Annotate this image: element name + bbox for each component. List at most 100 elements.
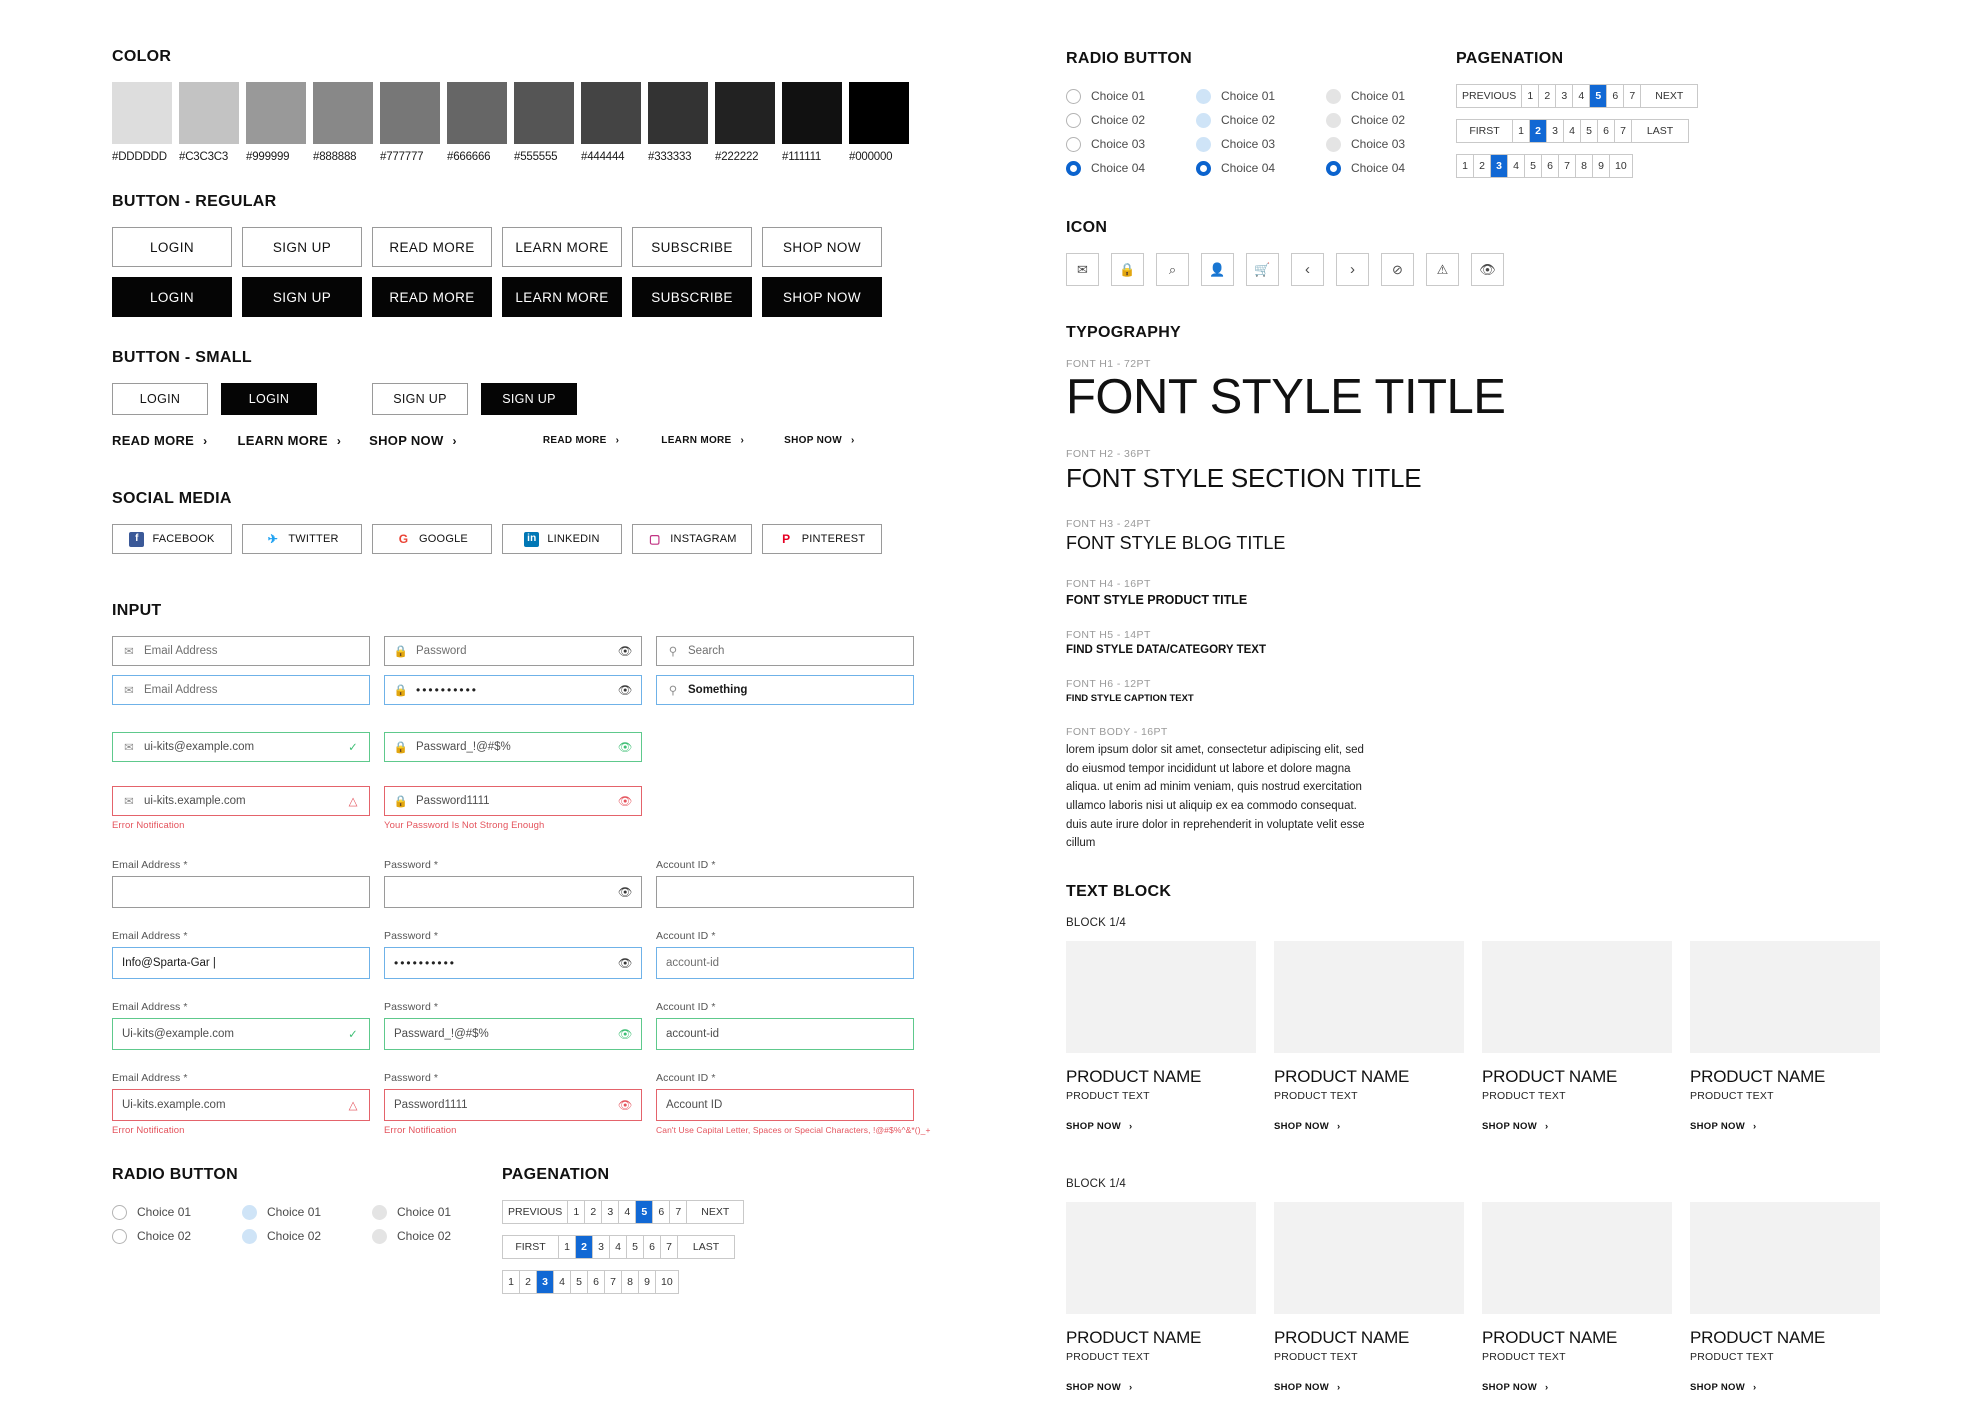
pagination-page-7[interactable]: 7 bbox=[661, 1236, 678, 1258]
radio-choice-01[interactable]: Choice 01 bbox=[1066, 84, 1196, 108]
radio-choice-04[interactable]: Choice 04 bbox=[1066, 156, 1196, 180]
pagination-page-8[interactable]: 8 bbox=[1576, 155, 1593, 177]
pagination-first-button[interactable]: FIRST bbox=[1457, 120, 1513, 142]
shop-now-link[interactable]: SHOP NOW› bbox=[1690, 1382, 1880, 1393]
pagination-page-3[interactable]: 3 bbox=[593, 1236, 610, 1258]
pagination-page-2[interactable]: 2 bbox=[1474, 155, 1491, 177]
radio-choice-03[interactable]: Choice 03 bbox=[1326, 132, 1456, 156]
pagination-page-6[interactable]: 6 bbox=[588, 1271, 605, 1293]
envelope-icon[interactable]: ✉ bbox=[1066, 253, 1099, 286]
pagination-page-5[interactable]: 5 bbox=[627, 1236, 644, 1258]
pagination-page-5[interactable]: 5 bbox=[1525, 155, 1542, 177]
account-input-empty[interactable] bbox=[656, 876, 914, 908]
search-input-default[interactable]: ⚲ Search bbox=[656, 636, 914, 666]
password-input-error-2[interactable]: Password1111 👁 bbox=[384, 1089, 642, 1121]
chevron-left-icon[interactable]: ‹ bbox=[1291, 253, 1324, 286]
radio-choice-02[interactable]: Choice 02 bbox=[1326, 108, 1456, 132]
pagination-page-7[interactable]: 7 bbox=[605, 1271, 622, 1293]
pagination-page-5[interactable]: 5 bbox=[1590, 85, 1607, 107]
pagination-page-4[interactable]: 4 bbox=[1508, 155, 1525, 177]
pagination-page-4[interactable]: 4 bbox=[610, 1236, 627, 1258]
subscribe-button[interactable]: SUBSCRIBE bbox=[632, 277, 752, 317]
email-input-filled[interactable]: Info@Sparta-Gar | bbox=[112, 947, 370, 979]
password-input-success-2[interactable]: Passward_!@#$% 👁 bbox=[384, 1018, 642, 1050]
sign-up-button[interactable]: SIGN UP bbox=[242, 277, 362, 317]
shop-now-link[interactable]: SHOP NOW› bbox=[1274, 1121, 1464, 1132]
account-input-error[interactable]: Account ID bbox=[656, 1089, 914, 1121]
email-input-default[interactable]: ✉ Email Address bbox=[112, 636, 370, 666]
learn-more-button[interactable]: LEARN MORE bbox=[502, 227, 622, 267]
radio-choice-03[interactable]: Choice 03 bbox=[1196, 132, 1326, 156]
pagination-page-7[interactable]: 7 bbox=[1559, 155, 1576, 177]
pagination-page-1[interactable]: 1 bbox=[568, 1201, 585, 1223]
signup-button-solid[interactable]: SIGN UP bbox=[481, 383, 577, 415]
radio-choice-02[interactable]: Choice 02 bbox=[112, 1224, 242, 1248]
email-input-empty[interactable] bbox=[112, 876, 370, 908]
read-more-link-small[interactable]: READ MORE› bbox=[543, 435, 619, 446]
password-input-filled[interactable]: •••••••••• 👁 bbox=[384, 947, 642, 979]
pagination-page-8[interactable]: 8 bbox=[622, 1271, 639, 1293]
shop-now-button[interactable]: SHOP NOW bbox=[762, 227, 882, 267]
radio-choice-01[interactable]: Choice 01 bbox=[1196, 84, 1326, 108]
linkedin-button[interactable]: inLINKEDIN bbox=[502, 524, 622, 554]
pagination-page-6[interactable]: 6 bbox=[1607, 85, 1624, 107]
pagination-page-4[interactable]: 4 bbox=[619, 1201, 636, 1223]
pagination-page-2[interactable]: 2 bbox=[520, 1271, 537, 1293]
email-input-error-2[interactable]: Ui-kits.example.com △ bbox=[112, 1089, 370, 1121]
email-input-focus[interactable]: ✉ Email Address bbox=[112, 675, 370, 705]
password-input-focus[interactable]: 🔒 •••••••••• 👁 bbox=[384, 675, 642, 705]
read-more-link[interactable]: READ MORE› bbox=[112, 433, 207, 448]
login-button-outline[interactable]: LOGIN bbox=[112, 383, 208, 415]
pagination-page-1[interactable]: 1 bbox=[1522, 85, 1539, 107]
radio-choice-01[interactable]: Choice 01 bbox=[242, 1200, 372, 1224]
lock-icon[interactable]: 🔒 bbox=[1111, 253, 1144, 286]
radio-choice-02[interactable]: Choice 02 bbox=[1196, 108, 1326, 132]
radio-choice-01[interactable]: Choice 01 bbox=[112, 1200, 242, 1224]
pagination-page-1[interactable]: 1 bbox=[503, 1271, 520, 1293]
radio-choice-02[interactable]: Choice 02 bbox=[1066, 108, 1196, 132]
google-button[interactable]: GGOOGLE bbox=[372, 524, 492, 554]
pagination-page-6[interactable]: 6 bbox=[644, 1236, 661, 1258]
radio-choice-03[interactable]: Choice 03 bbox=[1066, 132, 1196, 156]
email-input-success-2[interactable]: Ui-kits@example.com ✓ bbox=[112, 1018, 370, 1050]
login-button-solid[interactable]: LOGIN bbox=[221, 383, 317, 415]
eye-icon[interactable]: 👁 bbox=[618, 794, 632, 808]
pagination-next-button[interactable]: NEXT bbox=[687, 1201, 743, 1223]
pagination-page-5[interactable]: 5 bbox=[571, 1271, 588, 1293]
search-input-focus[interactable]: ⚲ Something bbox=[656, 675, 914, 705]
pagination-page-7[interactable]: 7 bbox=[1615, 120, 1632, 142]
learn-more-link-small[interactable]: LEARN MORE› bbox=[661, 435, 744, 446]
account-input-filled[interactable]: account-id bbox=[656, 947, 914, 979]
eye-icon[interactable]: 👁 bbox=[618, 956, 632, 970]
learn-more-button[interactable]: LEARN MORE bbox=[502, 277, 622, 317]
search-icon[interactable]: ⌕ bbox=[1156, 253, 1189, 286]
email-input-error[interactable]: ✉ ui-kits.example.com △ bbox=[112, 786, 370, 816]
radio-choice-01[interactable]: Choice 01 bbox=[372, 1200, 502, 1224]
pagination-page-1[interactable]: 1 bbox=[559, 1236, 576, 1258]
pagination-page-3[interactable]: 3 bbox=[1491, 155, 1508, 177]
pagination-last-button[interactable]: LAST bbox=[1632, 120, 1688, 142]
shop-now-link[interactable]: SHOP NOW› bbox=[1482, 1382, 1672, 1393]
warning-icon[interactable]: ⚠ bbox=[1426, 253, 1459, 286]
read-more-button[interactable]: READ MORE bbox=[372, 277, 492, 317]
pagination-page-6[interactable]: 6 bbox=[1598, 120, 1615, 142]
learn-more-link[interactable]: LEARN MORE› bbox=[237, 433, 341, 448]
pagination-page-6[interactable]: 6 bbox=[653, 1201, 670, 1223]
pagination-page-10[interactable]: 10 bbox=[1610, 155, 1632, 177]
radio-choice-04[interactable]: Choice 04 bbox=[1196, 156, 1326, 180]
user-icon[interactable]: 👤 bbox=[1201, 253, 1234, 286]
pagination-page-2[interactable]: 2 bbox=[585, 1201, 602, 1223]
pagination-page-2[interactable]: 2 bbox=[1530, 120, 1547, 142]
pagination-page-2[interactable]: 2 bbox=[576, 1236, 593, 1258]
radio-choice-01[interactable]: Choice 01 bbox=[1326, 84, 1456, 108]
facebook-button[interactable]: fFACEBOOK bbox=[112, 524, 232, 554]
account-input-success[interactable]: account-id bbox=[656, 1018, 914, 1050]
eye-icon[interactable]: 👁 bbox=[618, 1027, 632, 1041]
password-input-default[interactable]: 🔒 Password 👁 bbox=[384, 636, 642, 666]
email-input-success[interactable]: ✉ ui-kits@example.com ✓ bbox=[112, 732, 370, 762]
eye-icon[interactable]: 👁 bbox=[618, 1098, 632, 1112]
shop-now-link[interactable]: SHOP NOW› bbox=[1274, 1382, 1464, 1393]
cart-icon[interactable]: 🛒 bbox=[1246, 253, 1279, 286]
pagination-page-6[interactable]: 6 bbox=[1542, 155, 1559, 177]
chevron-right-icon[interactable]: › bbox=[1336, 253, 1369, 286]
